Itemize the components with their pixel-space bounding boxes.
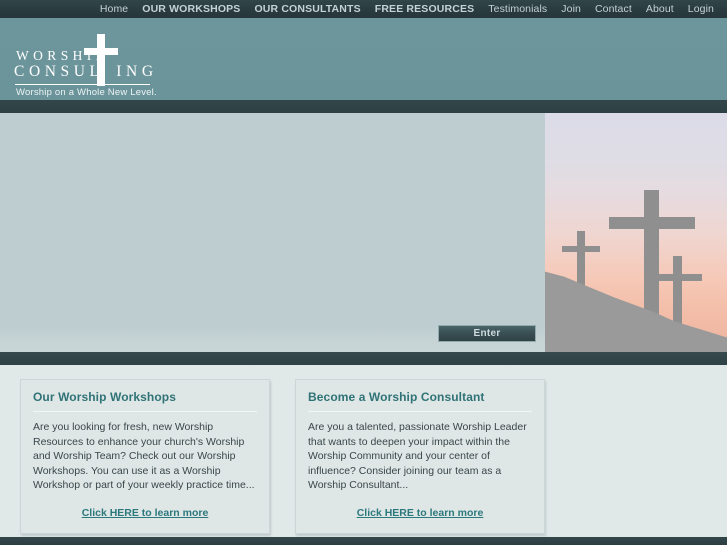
nav-item-testimonials[interactable]: Testimonials — [481, 0, 554, 18]
content-section: Our Worship Workshops Are you looking fo… — [0, 365, 727, 537]
top-navigation-bar: Home OUR WORKSHOPS OUR CONSULTANTS FREE … — [0, 0, 727, 18]
page-root: Home OUR WORKSHOPS OUR CONSULTANTS FREE … — [0, 0, 727, 545]
card-body: Are you looking for fresh, new Worship R… — [33, 421, 255, 491]
nav-item-join[interactable]: Join — [554, 0, 588, 18]
card-learn-more-link[interactable]: Click HERE to learn more — [357, 507, 484, 519]
card-title: Our Worship Workshops — [33, 390, 177, 404]
nav-item-contact[interactable]: Contact — [588, 0, 639, 18]
nav-item-free-resources[interactable]: FREE RESOURCES — [368, 0, 482, 18]
hero-bottom-divider-band — [0, 352, 727, 365]
nav-item-home[interactable]: Home — [93, 0, 135, 18]
card-divider — [308, 411, 532, 412]
hero-left-panel — [0, 113, 545, 352]
hero-sunset-image — [545, 113, 727, 352]
cross-horizontal-bar — [84, 48, 118, 55]
site-logo[interactable]: WORSHIP CONSULTING Worship on a Whole Ne… — [10, 26, 185, 98]
nav-item-our-consultants[interactable]: OUR CONSULTANTS — [247, 0, 367, 18]
card-become-a-worship-consultant: Become a Worship Consultant Are you a ta… — [295, 379, 545, 534]
site-header-band: WORSHIP CONSULTING Worship on a Whole Ne… — [0, 18, 727, 100]
cross-main-horizontal — [609, 217, 695, 229]
card-divider — [33, 411, 257, 412]
site-footer-band — [0, 537, 727, 545]
logo-tagline: Worship on a Whole New Level. — [16, 87, 157, 98]
cross-right-horizontal — [652, 274, 702, 281]
nav-item-our-workshops[interactable]: OUR WORKSHOPS — [135, 0, 247, 18]
logo-text-ing: ING — [116, 63, 158, 80]
card-our-worship-workshops: Our Worship Workshops Are you looking fo… — [20, 379, 270, 534]
header-divider-band — [0, 100, 727, 113]
logo-underline-rule — [15, 84, 150, 85]
cross-left-horizontal — [562, 246, 600, 252]
card-link-wrapper: Click HERE to learn more — [308, 503, 532, 521]
nav-item-login[interactable]: Login — [681, 0, 721, 18]
hero-section — [0, 113, 727, 352]
card-learn-more-link[interactable]: Click HERE to learn more — [82, 507, 209, 519]
enter-button[interactable]: Enter — [438, 325, 536, 342]
card-link-wrapper: Click HERE to learn more — [33, 503, 257, 521]
cross-icon — [84, 34, 118, 86]
card-body: Are you a talented, passionate Worship L… — [308, 421, 527, 491]
nav-item-about[interactable]: About — [639, 0, 681, 18]
cross-vertical-bar — [97, 34, 105, 86]
card-title: Become a Worship Consultant — [308, 390, 485, 404]
